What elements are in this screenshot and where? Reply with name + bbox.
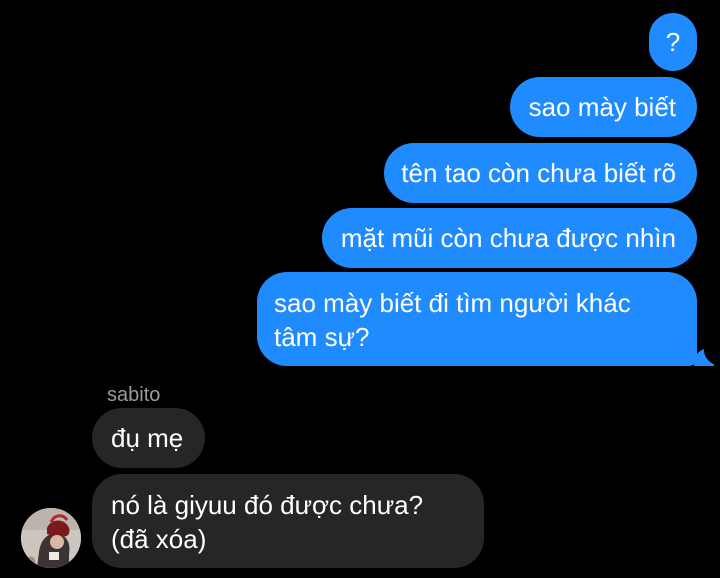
- sender-avatar[interactable]: [21, 508, 81, 568]
- profile-photo-icon: [21, 508, 81, 568]
- incoming-message[interactable]: đụ mẹ: [92, 408, 206, 468]
- outgoing-message[interactable]: tên tao còn chưa biết rõ: [384, 143, 697, 203]
- incoming-message[interactable]: nó là giyuu đó được chưa? (đã xóa): [92, 474, 484, 568]
- outgoing-message[interactable]: sao mày biết đi tìm người khác tâm sự?: [257, 272, 697, 366]
- outgoing-message[interactable]: sao mày biết: [509, 77, 697, 137]
- sender-name: sabito: [107, 384, 161, 406]
- outgoing-message[interactable]: ?: [649, 13, 697, 71]
- outgoing-message[interactable]: mặt mũi còn chưa được nhìn: [321, 208, 697, 268]
